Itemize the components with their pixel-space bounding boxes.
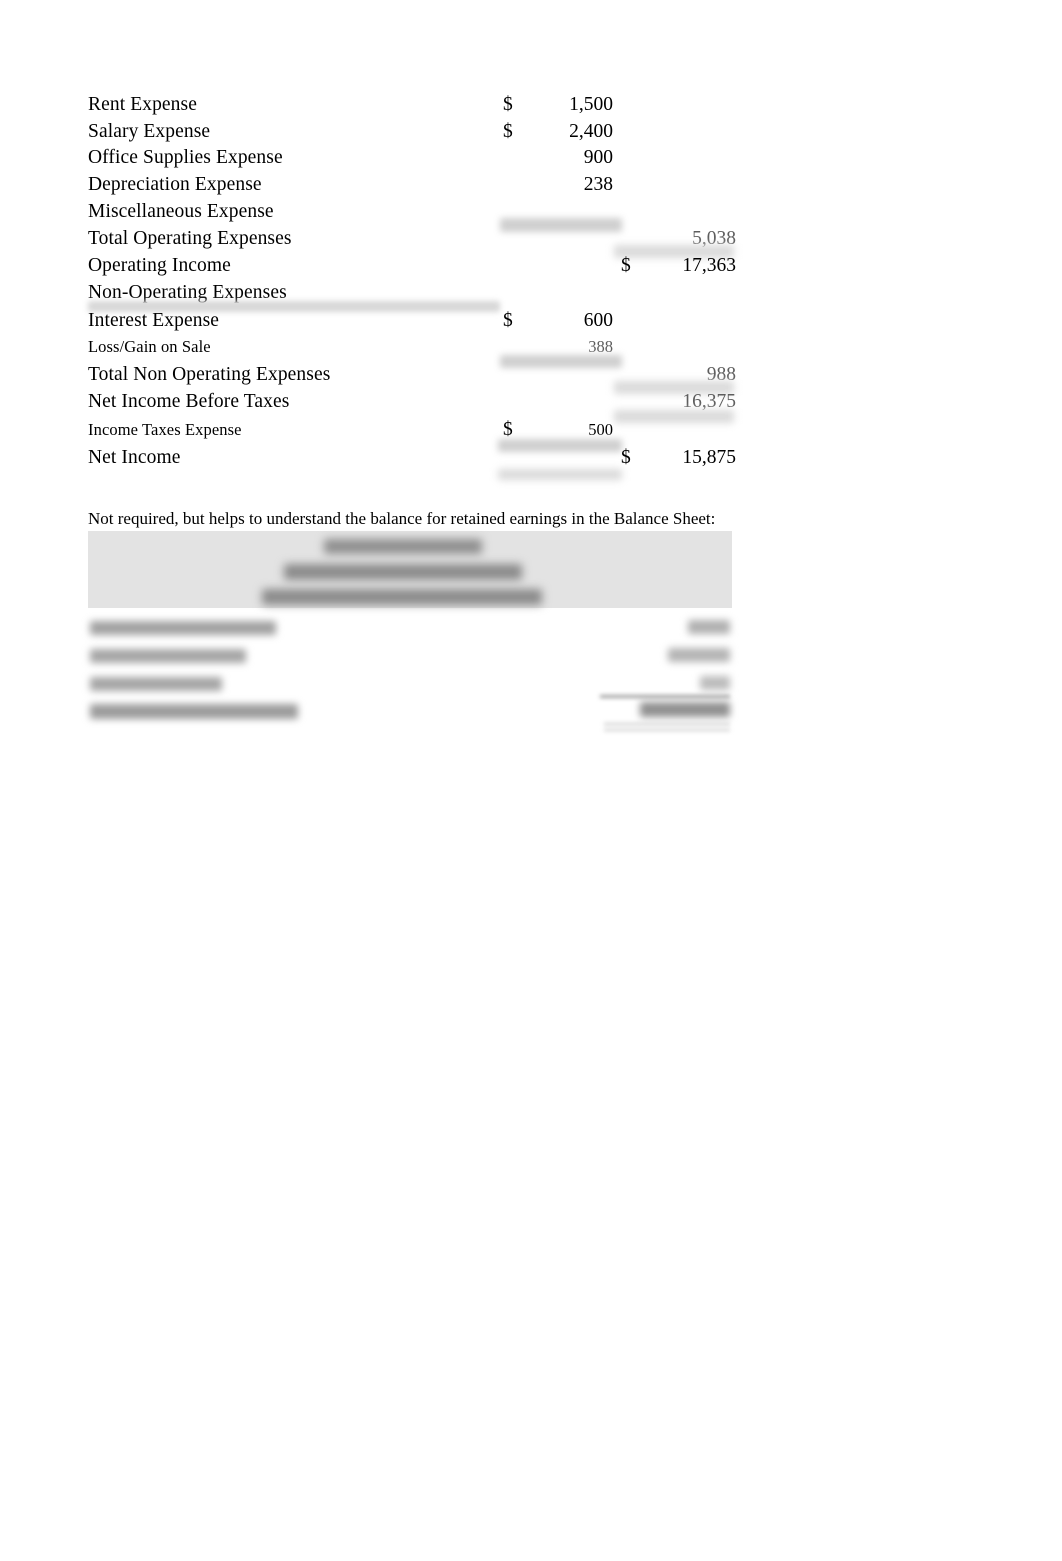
- row-currency-a: $: [503, 309, 513, 331]
- balance-sheet-note: Not required, but helps to understand th…: [88, 509, 716, 528]
- income-statement: Rent Expense $ 1,500 Salary Expense $ 2,…: [88, 92, 748, 480]
- statement-row: Office Supplies Expense 900: [88, 145, 748, 172]
- statement-row: Interest Expense $ 600: [88, 308, 748, 335]
- row-label: Total Non Operating Expenses: [88, 364, 331, 386]
- row-label: Office Supplies Expense: [88, 147, 283, 169]
- redaction-bar: [90, 704, 298, 719]
- statement-row: Operating Income $ 17,363: [88, 253, 748, 280]
- redaction-bar: [90, 621, 276, 635]
- redaction-bar: [90, 649, 246, 663]
- row-label: Operating Income: [88, 254, 231, 276]
- row-value: ​: [602, 643, 732, 671]
- row-value-b: 15,875: [682, 446, 736, 468]
- statement-row: Total Operating Expenses 5,038: [88, 226, 748, 259]
- total-rule-bottom: [604, 729, 730, 731]
- row-label: Non-Operating Expenses: [88, 281, 287, 303]
- row-value-b: 16,375: [682, 390, 736, 412]
- retained-earnings-company-name: ​: [88, 534, 732, 554]
- row-currency-b: $: [621, 446, 631, 468]
- row-label: Rent Expense: [88, 94, 197, 115]
- row-label: Net Income: [88, 446, 181, 468]
- row-value-a: 500: [588, 419, 613, 439]
- row-value-a: 238: [583, 173, 613, 195]
- statement-row: Non-Operating Expenses: [88, 280, 748, 312]
- row-label: Income Taxes Expense: [88, 419, 242, 439]
- row-value: ​: [602, 615, 732, 643]
- statement-row: Miscellaneous Expense: [88, 198, 748, 233]
- row-value-a: 2,400: [569, 120, 613, 142]
- statement-row: Loss/Gain on Sale 388: [88, 334, 748, 369]
- retained-earnings-row: ​ ​: [88, 615, 732, 643]
- subtotal-rule: [600, 695, 730, 698]
- retained-earnings-statement-title: ​: [88, 559, 732, 580]
- row-label: Net Income Before Taxes: [88, 390, 290, 412]
- row-label: Miscellaneous Expense: [88, 201, 274, 223]
- document-page: Rent Expense $ 1,500 Salary Expense $ 2,…: [0, 0, 1062, 1561]
- row-currency-a: $: [503, 120, 513, 142]
- row-label: Total Operating Expenses: [88, 228, 292, 250]
- row-currency-b: $: [621, 254, 631, 276]
- row-label: Salary Expense: [88, 120, 211, 142]
- row-value-b: 5,038: [692, 228, 736, 250]
- statement-row: Depreciation Expense 238: [88, 172, 748, 199]
- row-label: Loss/Gain on Sale: [88, 337, 211, 357]
- statement-row: Rent Expense $ 1,500: [88, 92, 748, 119]
- row-value-a: 900: [583, 147, 613, 169]
- retained-earnings-row: ​ ​: [88, 643, 732, 671]
- row-label: Depreciation Expense: [88, 173, 262, 195]
- retained-earnings-period: ​: [88, 584, 732, 605]
- retained-earnings-statement: ​ ​ ​ ​ ​ ​ ​ ​ ​ ​: [88, 531, 732, 735]
- row-value-b: 988: [706, 364, 736, 386]
- statement-row: Net Income $ 15,875: [88, 445, 748, 480]
- row-value-a: 600: [583, 309, 613, 331]
- retained-earnings-row: ​ ​: [88, 699, 732, 731]
- row-label: Interest Expense: [88, 309, 220, 331]
- statement-row: Salary Expense $ 2,400: [88, 119, 748, 146]
- redaction-bar: [90, 677, 222, 691]
- statement-row: Net Income Before Taxes 16,375: [88, 389, 748, 423]
- statement-row: Income Taxes Expense $ 500: [88, 417, 748, 452]
- statement-row: Total Non Operating Expenses 988: [88, 362, 748, 395]
- row-value-b: 17,363: [682, 254, 736, 276]
- row-value-a: 388: [588, 337, 613, 357]
- retained-earnings-row: ​ ​: [88, 671, 732, 699]
- row-value-a: 1,500: [569, 94, 613, 115]
- row-currency-a: $: [503, 418, 513, 440]
- total-rule-top: [604, 723, 730, 725]
- row-currency-a: $: [503, 94, 513, 115]
- redaction-bar: [498, 468, 622, 480]
